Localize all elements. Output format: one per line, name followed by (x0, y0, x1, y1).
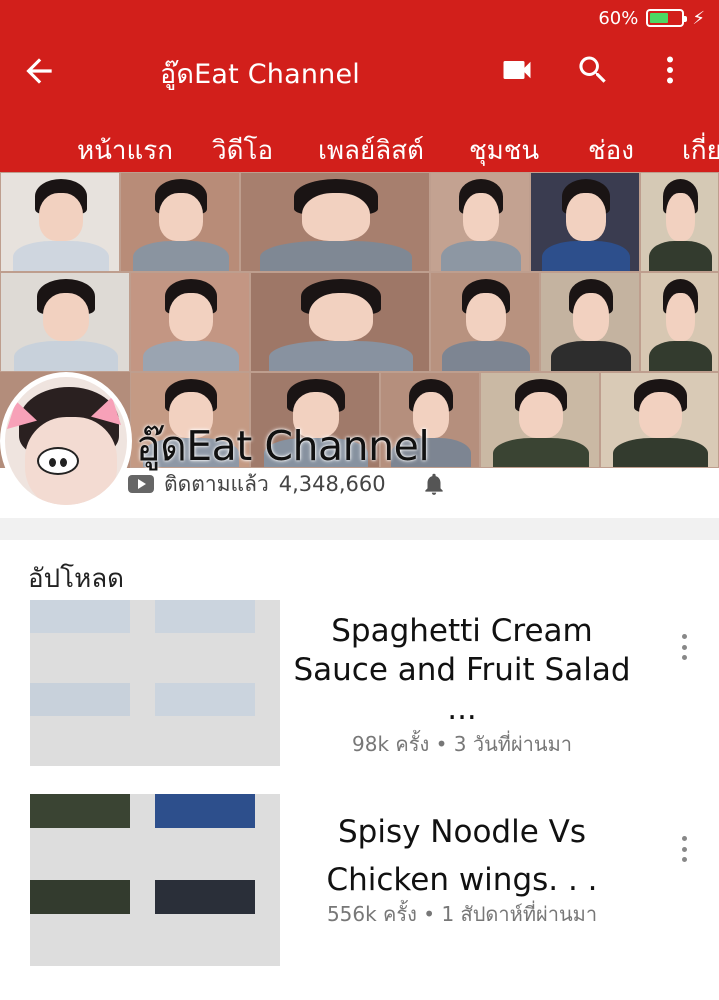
status-bar: 60% ⚡ (598, 6, 705, 30)
arrow-left-icon (26, 58, 52, 84)
video-camera-icon (503, 61, 531, 79)
video-thumbnail[interactable] (30, 794, 280, 966)
tab-videos[interactable]: วิดีโอ (212, 130, 273, 171)
tab-channels[interactable]: ช่อง (588, 130, 634, 171)
video-item[interactable]: Spisy Noodle Vs Chicken wings. . . 556k … (0, 792, 719, 968)
channel-page: 60% ⚡ อู๊ดEat Channel หน้าแรก วิดีโอ เพล… (0, 0, 719, 1000)
tab-home[interactable]: หน้าแรก (77, 130, 173, 171)
subscriber-count: 4,348,660 (278, 472, 386, 496)
channel-avatar[interactable] (0, 372, 132, 510)
video-meta: 556k ครั้ง • 1 สัปดาห์ที่ผ่านมา (326, 902, 598, 926)
tab-community[interactable]: ชุมชน (469, 130, 539, 171)
section-title: อัปโหลด (28, 564, 125, 594)
video-more-button[interactable] (672, 630, 696, 664)
back-button[interactable] (20, 52, 58, 90)
video-item[interactable]: Spaghetti Cream Sauce and Fruit Salad ..… (0, 598, 719, 774)
more-vert-icon (667, 56, 673, 84)
video-title[interactable]: Spisy Noodle Vs Chicken wings. . . (292, 808, 632, 904)
subscribe-status[interactable]: ติดตามแล้ว 4,348,660 (128, 468, 386, 500)
video-title[interactable]: Spaghetti Cream Sauce and Fruit Salad ..… (292, 612, 632, 729)
youtube-icon (128, 475, 154, 493)
video-meta: 98k ครั้ง • 3 วันที่ผ่านมา (352, 732, 572, 756)
top-bar: อู๊ดEat Channel (0, 38, 719, 104)
uploads-section: อัปโหลด Spaghetti Cream Sauce and Fruit … (0, 540, 719, 1000)
battery-percent: 60% (598, 7, 639, 29)
tab-playlists[interactable]: เพลย์ลิสต์ (318, 130, 424, 171)
search-icon (579, 56, 606, 83)
bell-icon (425, 473, 443, 495)
menu-button[interactable] (650, 50, 690, 90)
app-header: 60% ⚡ อู๊ดEat Channel หน้าแรก วิดีโอ เพล… (0, 0, 719, 172)
battery-icon (646, 9, 688, 27)
channel-tabs: หน้าแรก วิดีโอ เพลย์ลิสต์ ชุมชน ช่อง เกี… (0, 126, 719, 172)
video-more-button[interactable] (672, 832, 696, 866)
notification-bell-button[interactable] (421, 470, 447, 498)
subscribed-label: ติดตามแล้ว (164, 471, 269, 496)
search-button[interactable] (573, 50, 613, 90)
tab-about[interactable]: เกี่ย (682, 130, 719, 171)
charging-icon: ⚡ (692, 7, 705, 29)
app-title: อู๊ดEat Channel (160, 59, 360, 90)
video-thumbnail[interactable] (30, 600, 280, 766)
camera-button[interactable] (497, 50, 537, 90)
pig-nose-icon (37, 447, 79, 475)
